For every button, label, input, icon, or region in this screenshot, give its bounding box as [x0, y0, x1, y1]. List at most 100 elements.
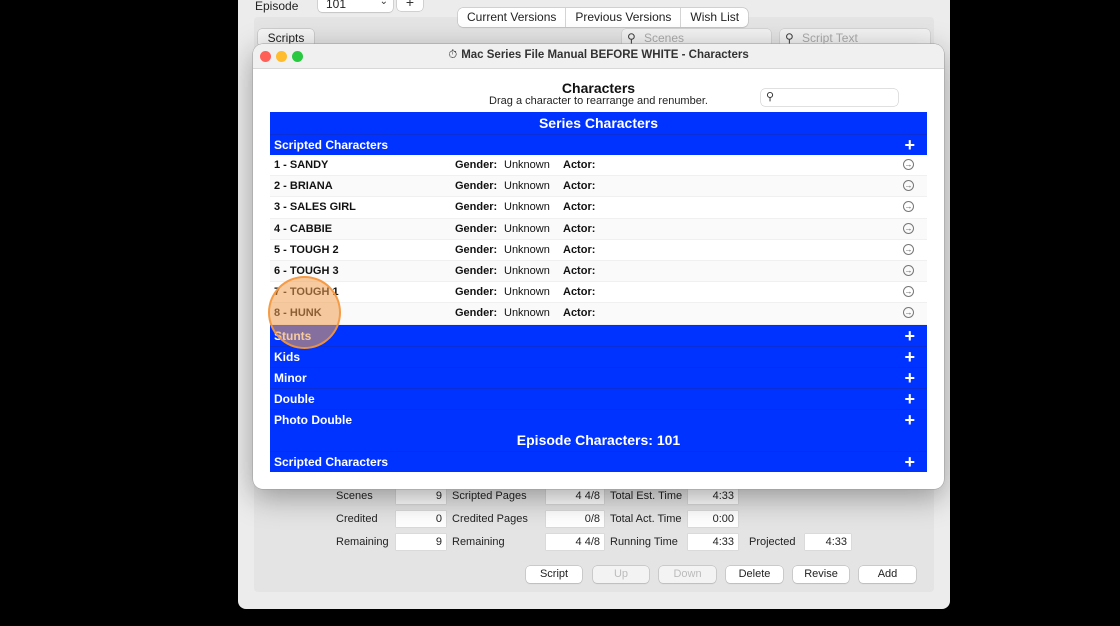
gender-label: Gender: — [455, 264, 498, 277]
chevron-down-icon: ⌄ — [379, 0, 388, 7]
gender-label: Gender: — [455, 159, 498, 171]
remaining-pages-value: 4 4/8 — [546, 534, 604, 550]
go-arrow-icon[interactable]: → — [903, 159, 914, 170]
scenes-label: Scenes — [336, 490, 373, 502]
scripted-pages-value: 4 4/8 — [546, 488, 604, 504]
total-est-value: 4:33 — [688, 488, 738, 504]
category-minor: Minor + — [270, 366, 927, 388]
down-button[interactable]: Down — [659, 566, 716, 583]
credited-label: Credited — [336, 513, 378, 525]
character-row[interactable]: 2 - BRIANA Gender: Unknown Actor: → — [270, 176, 927, 198]
character-name: 3 - SALES GIRL — [274, 201, 356, 214]
go-arrow-icon[interactable]: → — [903, 264, 914, 276]
remaining-pages-label: Remaining — [452, 536, 505, 548]
episode-characters-header: Episode Characters: 101 — [270, 429, 927, 451]
go-arrow-icon[interactable]: → — [903, 307, 914, 319]
window-title: ⏱ Mac Series File Manual BEFORE WHITE - C… — [448, 49, 749, 61]
stopwatch-icon: ⏱ — [448, 49, 458, 61]
go-arrow-icon[interactable]: → — [903, 286, 914, 298]
episode-value: 101 — [326, 0, 347, 11]
gender-value: Unknown — [504, 222, 550, 235]
running-time-label: Running Time — [610, 536, 678, 548]
character-search-input[interactable]: ⚲ — [761, 89, 898, 106]
add-episode-character-icon[interactable]: + — [904, 452, 915, 472]
character-name: 2 - BRIANA — [274, 180, 333, 193]
add-button[interactable]: Add — [859, 566, 916, 583]
actor-label: Actor: — [563, 307, 596, 320]
total-est-label: Total Est. Time — [610, 490, 683, 502]
remaining-value: 9 — [396, 534, 446, 550]
go-arrow-icon[interactable]: → — [903, 201, 914, 213]
gender-label: Gender: — [455, 243, 498, 256]
characters-window: ⏱ Mac Series File Manual BEFORE WHITE - C… — [253, 44, 944, 489]
gender-value: Unknown — [504, 243, 550, 256]
character-row[interactable]: 5 - TOUGH 2 Gender: Unknown Actor: → — [270, 240, 927, 261]
actor-label: Actor: — [563, 243, 596, 256]
character-name: 1 - SANDY — [274, 159, 329, 171]
category-photo-double: Photo Double + — [270, 408, 927, 430]
revise-button[interactable]: Revise — [793, 566, 849, 583]
add-minor-icon[interactable]: + — [904, 368, 915, 388]
credited-pages-value: 0/8 — [546, 511, 604, 527]
category-kids: Kids + — [270, 345, 927, 367]
total-act-label: Total Act. Time — [610, 513, 682, 525]
character-row[interactable]: 7 - TOUGH 1Gender:UnknownActor:→ — [270, 282, 927, 304]
gender-label: Gender: — [455, 222, 498, 235]
go-arrow-icon[interactable]: → — [903, 222, 914, 234]
gender-label: Gender: — [455, 307, 498, 320]
credited-pages-label: Credited Pages — [452, 513, 528, 525]
version-tabs: Current Versions Previous Versions Wish … — [458, 8, 749, 27]
delete-button[interactable]: Delete — [726, 566, 783, 583]
tab-wish-list[interactable]: Wish List — [681, 8, 748, 27]
up-button[interactable]: Up — [593, 566, 649, 583]
running-time-value: 4:33 — [688, 534, 738, 550]
go-arrow-icon[interactable]: → — [903, 180, 914, 192]
script-button[interactable]: Script — [526, 566, 582, 583]
tab-current-versions[interactable]: Current Versions — [458, 8, 567, 27]
category-stunts: Stunts+ — [270, 324, 927, 346]
remaining-label: Remaining — [336, 536, 389, 548]
gender-value: Unknown — [504, 201, 550, 214]
gender-label: Gender: — [455, 286, 498, 299]
category-double: Double + — [270, 387, 927, 409]
character-row[interactable]: 4 - CABBIE Gender: Unknown Actor: → — [270, 218, 927, 240]
episode-select[interactable]: 101 ⌄ — [318, 0, 393, 12]
gender-value: Unknown — [504, 286, 550, 299]
gender-value: Unknown — [504, 180, 550, 193]
add-kids-icon[interactable]: + — [904, 347, 915, 367]
scripted-characters-header: Scripted Characters + — [270, 134, 927, 155]
actor-label: Actor: — [563, 201, 596, 214]
character-row[interactable]: 3 - SALES GIRL Gender: Unknown Actor: → — [270, 197, 927, 219]
character-row[interactable]: 6 - TOUGH 3 Gender: Unknown Actor: → — [270, 260, 927, 283]
gender-label: Gender: — [455, 201, 498, 214]
episode-scripted-characters-header: Scripted Characters + — [270, 450, 927, 472]
character-row[interactable]: 1 - SANDY Gender: Unknown Actor: → — [270, 155, 927, 177]
go-arrow-icon[interactable]: → — [903, 243, 914, 255]
projected-label: Projected — [749, 536, 796, 548]
gender-value: Unknown — [504, 307, 550, 320]
scripted-pages-label: Scripted Pages — [452, 490, 527, 502]
search-icon: ⚲ — [766, 91, 775, 103]
gender-label: Gender: — [455, 180, 498, 193]
projected-value: 4:33 — [805, 534, 851, 550]
actor-label: Actor: — [563, 286, 596, 299]
episode-label: Episode — [255, 0, 299, 13]
character-row[interactable]: 8 - HUNKGender:UnknownActor:→ — [270, 303, 927, 325]
add-photo-double-icon[interactable]: + — [904, 410, 915, 430]
add-episode-button[interactable]: + — [397, 0, 423, 11]
click-highlight — [268, 276, 341, 349]
character-list: Series Characters Scripted Characters + 1… — [270, 112, 927, 472]
series-characters-header: Series Characters — [270, 112, 927, 134]
tab-previous-versions[interactable]: Previous Versions — [566, 8, 682, 27]
scenes-value: 9 — [396, 488, 446, 504]
add-stunts-icon[interactable]: + — [904, 326, 915, 346]
actor-label: Actor: — [563, 159, 596, 171]
gender-value: Unknown — [504, 159, 550, 171]
actor-label: Actor: — [563, 180, 596, 193]
character-name: 5 - TOUGH 2 — [274, 243, 339, 256]
character-name: 4 - CABBIE — [274, 222, 333, 235]
add-double-icon[interactable]: + — [904, 389, 915, 409]
titlebar: ⏱ Mac Series File Manual BEFORE WHITE - C… — [253, 44, 944, 69]
actor-label: Actor: — [563, 264, 596, 277]
add-scripted-character-icon[interactable]: + — [904, 135, 915, 155]
